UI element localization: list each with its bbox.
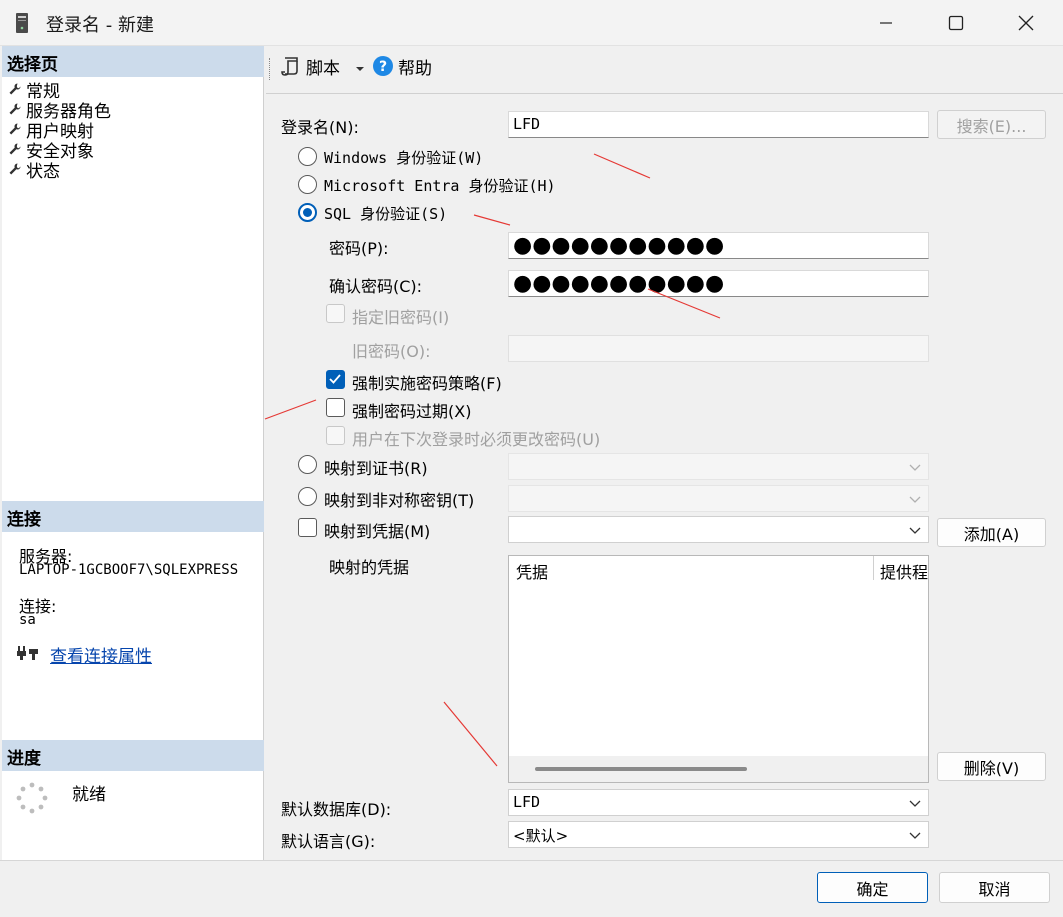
mapped-credentials-label: 映射的凭据 xyxy=(329,558,410,577)
password-label: 密码(P): xyxy=(329,239,389,258)
must-change-label: 用户在下次登录时必须更改密码(U) xyxy=(352,430,601,449)
cancel-button[interactable]: 取消 xyxy=(939,872,1050,903)
grid-horizontal-scrollbar[interactable] xyxy=(509,756,928,782)
close-button[interactable] xyxy=(991,0,1061,46)
credential-select[interactable] xyxy=(508,516,929,543)
svg-text:?: ? xyxy=(379,59,387,75)
dialog-footer: 确定 取消 xyxy=(0,860,1063,917)
map-asymmetric-key-radio[interactable] xyxy=(298,487,317,506)
annotation-arrow xyxy=(443,701,498,767)
entra-auth-radio[interactable] xyxy=(298,175,317,194)
chevron-down-icon xyxy=(909,800,921,807)
map-certificate-label: 映射到证书(R) xyxy=(324,459,428,478)
maximize-icon xyxy=(948,15,964,31)
caret-down-icon xyxy=(356,67,364,71)
specify-old-password-checkbox[interactable] xyxy=(326,304,345,323)
chevron-down-icon xyxy=(909,832,921,839)
title-bar: 登录名 - 新建 xyxy=(0,0,1063,46)
mapped-credentials-grid[interactable]: 凭据 提供程 xyxy=(508,555,929,783)
default-database-label: 默认数据库(D): xyxy=(281,800,392,819)
remove-credential-button[interactable]: 删除(V) xyxy=(937,752,1046,781)
minimize-button[interactable] xyxy=(851,0,921,46)
left-pane: 选择页 常规 服务器角色 用户映射 安全对象 状态 连接 服务器: LAPTOP… xyxy=(2,46,264,860)
window-title: 登录名 - 新建 xyxy=(46,15,154,36)
default-language-value: <默认> xyxy=(513,827,569,845)
default-database-value: LFD xyxy=(513,793,541,811)
grid-header-credential[interactable]: 凭据 xyxy=(516,559,548,583)
scrollbar-thumb[interactable] xyxy=(535,767,747,771)
wrench-icon xyxy=(9,123,21,135)
sql-auth-radio[interactable] xyxy=(298,203,317,222)
default-language-label: 默认语言(G): xyxy=(281,832,376,851)
enforce-policy-label: 强制实施密码策略(F) xyxy=(352,374,502,393)
annotation-arrow xyxy=(264,399,317,420)
enforce-expiration-label: 强制密码过期(X) xyxy=(352,402,472,421)
checkmark-icon xyxy=(329,374,341,384)
script-icon xyxy=(281,57,298,76)
view-connection-properties-link[interactable]: 查看连接属性 xyxy=(50,642,152,667)
progress-spinner-icon xyxy=(16,782,48,814)
minimize-icon xyxy=(880,22,892,24)
server-value: LAPTOP-1GCBOOF7\SQLEXPRESS xyxy=(19,562,239,578)
add-credential-button[interactable]: 添加(A) xyxy=(937,518,1046,547)
login-name-input[interactable]: LFD xyxy=(508,111,929,138)
chevron-down-icon xyxy=(909,527,921,534)
connection-header: 连接 xyxy=(2,501,264,532)
help-icon: ? xyxy=(373,56,393,76)
wrench-icon xyxy=(9,83,21,95)
windows-auth-radio[interactable] xyxy=(298,147,317,166)
map-asymmetric-key-label: 映射到非对称密钥(T) xyxy=(324,491,475,510)
connection-plug-icon xyxy=(17,646,38,660)
default-language-select[interactable]: <默认> xyxy=(508,821,929,848)
must-change-checkbox[interactable] xyxy=(326,426,345,445)
password-input[interactable]: ●●●●●●●●●●● xyxy=(508,232,929,259)
help-label: 帮助 xyxy=(398,58,432,79)
certificate-select[interactable] xyxy=(508,453,929,480)
chevron-down-icon xyxy=(909,496,921,503)
chevron-down-icon xyxy=(909,464,921,471)
progress-status: 就绪 xyxy=(72,785,106,805)
connection-value: sa xyxy=(19,612,36,628)
help-button[interactable]: ? 帮助 xyxy=(372,51,432,81)
script-dropdown-button[interactable] xyxy=(355,59,365,78)
enforce-expiration-checkbox[interactable] xyxy=(326,398,345,417)
search-button[interactable]: 搜索(E)... xyxy=(937,110,1046,139)
grid-header-provider[interactable]: 提供程 xyxy=(880,559,928,583)
map-credential-checkbox[interactable] xyxy=(298,518,317,537)
old-password-label: 旧密码(O): xyxy=(352,342,431,361)
toolbar-grip xyxy=(269,58,271,80)
entra-auth-label: Microsoft Entra 身份验证(H) xyxy=(324,177,556,195)
select-page-header: 选择页 xyxy=(2,46,264,77)
ok-button[interactable]: 确定 xyxy=(817,872,928,903)
default-database-select[interactable]: LFD xyxy=(508,789,929,816)
windows-auth-label: Windows 身份验证(W) xyxy=(324,149,484,167)
wrench-icon xyxy=(9,103,21,115)
enforce-policy-checkbox[interactable] xyxy=(326,370,345,389)
annotation-arrow xyxy=(473,214,511,226)
sql-auth-label: SQL 身份验证(S) xyxy=(324,205,448,223)
confirm-password-input[interactable]: ●●●●●●●●●●● xyxy=(508,270,929,297)
script-button[interactable]: 脚本 xyxy=(280,51,340,81)
script-label: 脚本 xyxy=(306,58,340,79)
grid-column-divider xyxy=(873,556,874,580)
annotation-arrow xyxy=(593,153,651,179)
maximize-button[interactable] xyxy=(921,0,991,46)
nav-item-status[interactable]: 状态 xyxy=(8,159,60,182)
wrench-icon xyxy=(9,143,21,155)
confirm-password-label: 确认密码(C): xyxy=(329,277,423,296)
specify-old-password-label: 指定旧密码(I) xyxy=(352,308,450,327)
wrench-icon xyxy=(9,163,21,175)
map-certificate-radio[interactable] xyxy=(298,455,317,474)
progress-header: 进度 xyxy=(2,740,264,771)
close-icon xyxy=(1018,15,1034,31)
server-icon xyxy=(16,13,28,33)
map-credential-label: 映射到凭据(M) xyxy=(324,522,431,541)
asymmetric-key-select[interactable] xyxy=(508,485,929,512)
login-name-label: 登录名(N): xyxy=(281,118,359,137)
old-password-input[interactable] xyxy=(508,335,929,362)
toolbar: 脚本 ? 帮助 xyxy=(266,46,1063,94)
nav-item-label: 状态 xyxy=(26,161,60,182)
